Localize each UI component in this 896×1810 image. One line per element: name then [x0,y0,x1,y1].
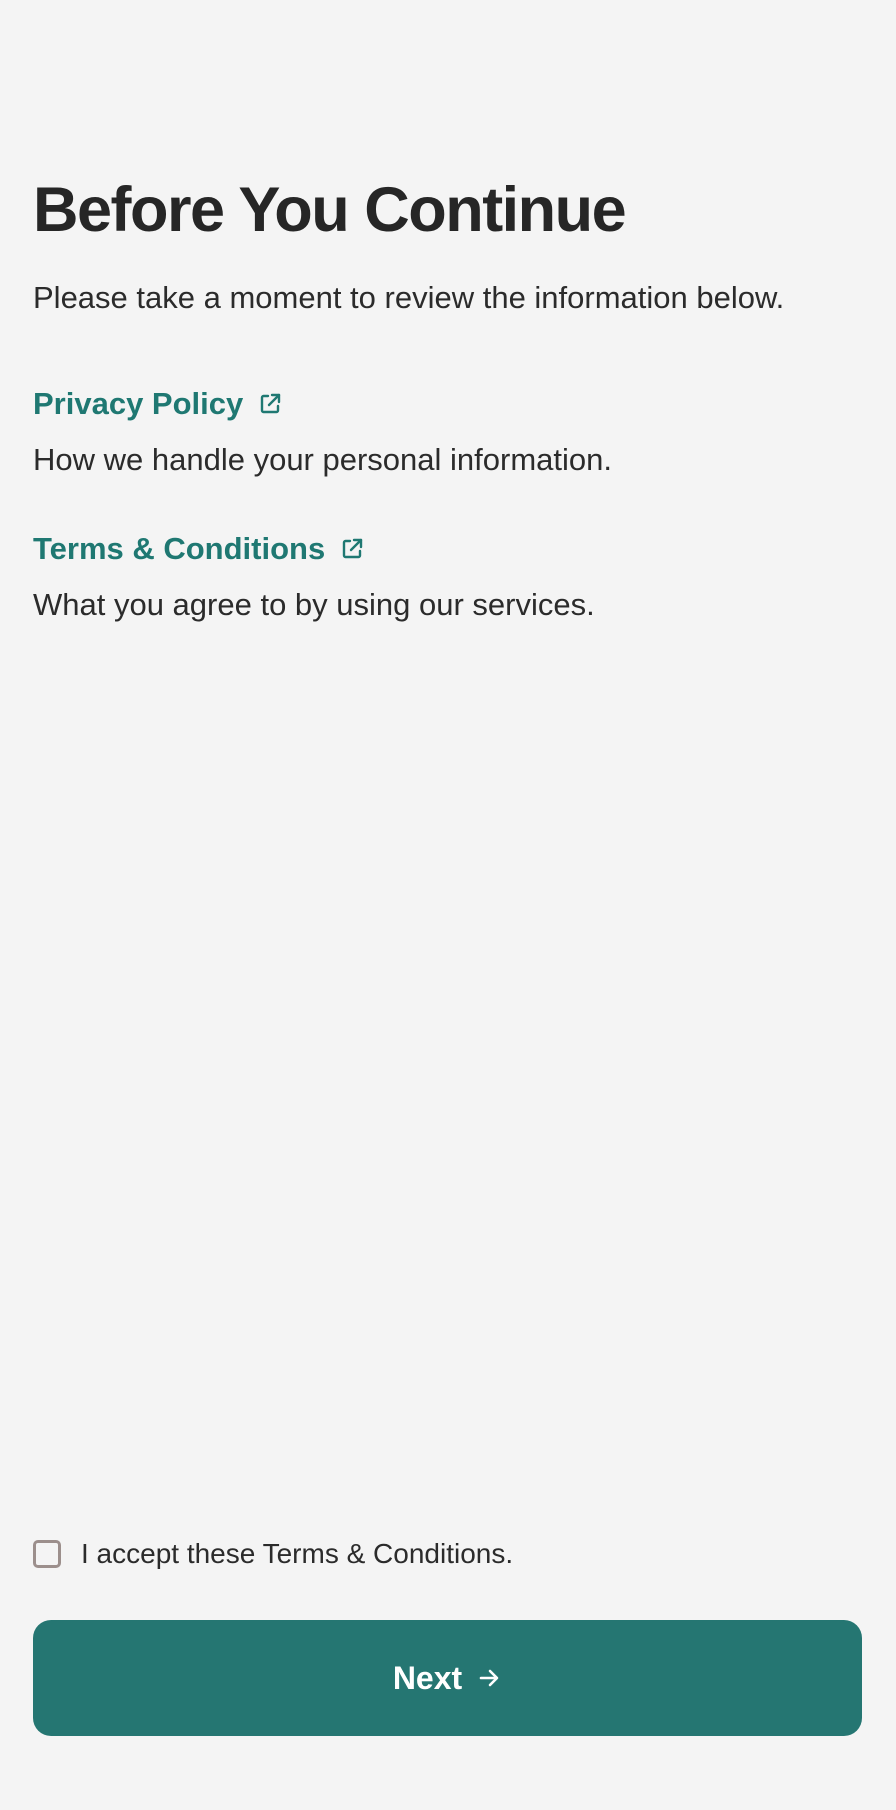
privacy-policy-link[interactable]: Privacy Policy [33,384,863,424]
privacy-policy-label: Privacy Policy [33,386,244,421]
external-link-icon [257,391,283,417]
page-subtitle: Please take a moment to review the infor… [33,280,785,315]
terms-label: Terms & Conditions [33,531,326,566]
arrow-right-icon [476,1665,502,1691]
accept-terms-label: I accept these Terms & Conditions. [81,1538,514,1569]
accept-terms-checkbox[interactable] [33,1540,61,1568]
accept-terms-row[interactable]: I accept these Terms & Conditions. [33,1537,513,1571]
page-title: Before You Continue [33,175,627,245]
terms-description: What you agree to by using our services. [33,587,595,622]
external-link-icon [339,536,365,562]
terms-section: Terms & Conditions What you agree to by … [33,529,863,625]
privacy-policy-section: Privacy Policy How we handle your person… [33,384,863,480]
next-button-label: Next [392,1659,463,1696]
terms-link[interactable]: Terms & Conditions [33,529,863,569]
main-content: Before You Continue Please take a moment… [33,170,863,625]
privacy-policy-description: How we handle your personal information. [33,442,612,477]
next-button[interactable]: Next [33,1620,862,1736]
